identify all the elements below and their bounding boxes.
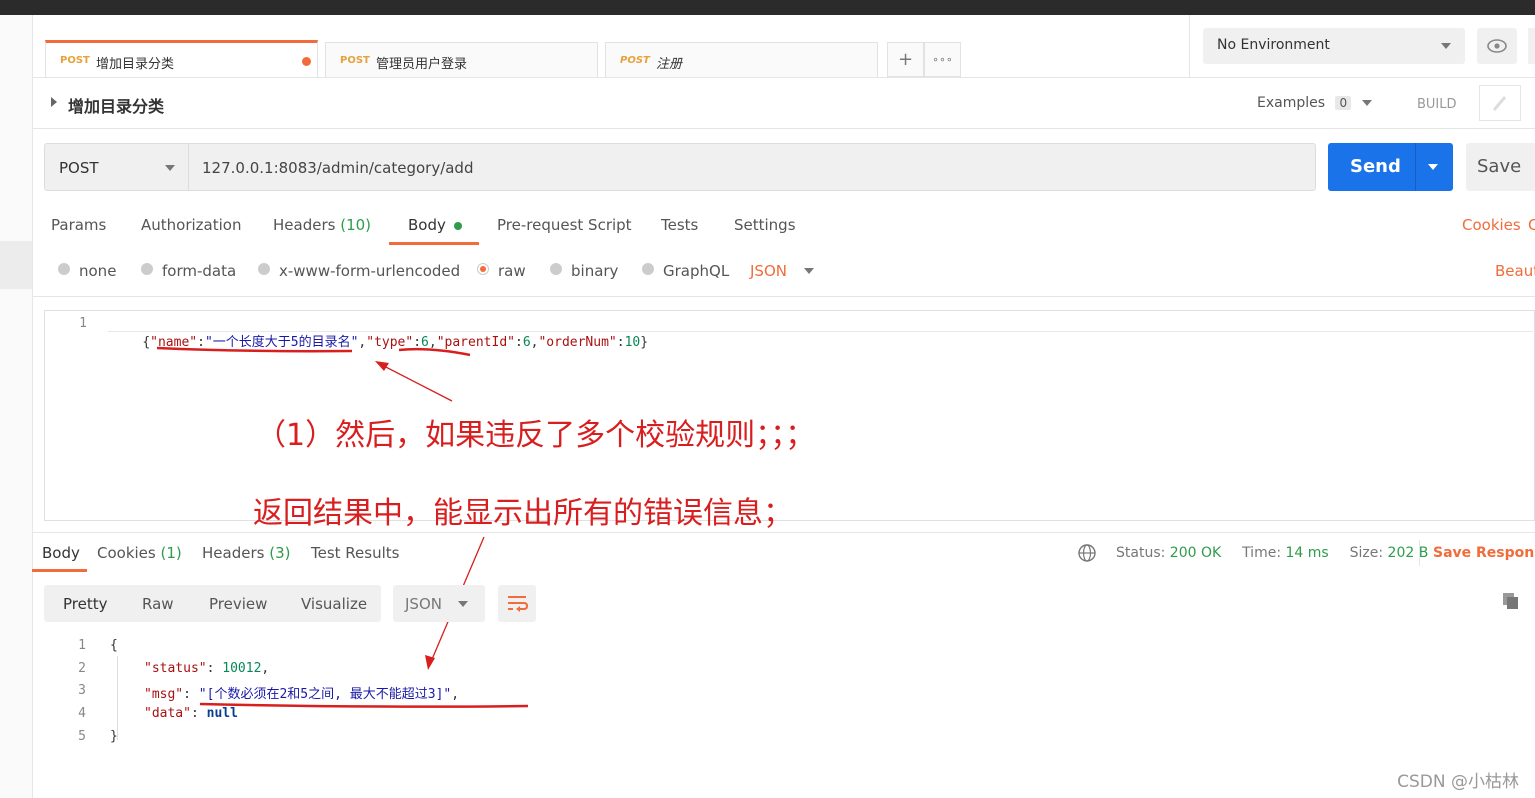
line-number: 5: [78, 729, 86, 744]
view-preview[interactable]: Preview: [209, 595, 267, 613]
line-number: 4: [78, 706, 86, 721]
json-number: 10012: [222, 661, 262, 676]
response-line-msg: "msg": "[个数必须在2和5之间, 最大不能超过3]",: [144, 683, 459, 702]
response-cookies-label: Cookies: [97, 544, 156, 562]
line-number: 1: [78, 638, 86, 653]
wrap-lines-button[interactable]: [498, 585, 536, 622]
status-value[interactable]: 200 OK: [1170, 545, 1221, 561]
json-brace: {: [110, 638, 118, 653]
response-view-toggle: Pretty Raw Preview Visualize: [44, 585, 381, 622]
json-key: "data": [144, 706, 191, 721]
view-pretty[interactable]: Pretty: [63, 595, 108, 613]
response-cookies-count: (1): [160, 544, 182, 562]
response-headers-label: Headers: [202, 544, 265, 562]
response-line-data: "data": null: [144, 706, 238, 721]
arrow-up-head: [375, 361, 389, 371]
json-punct: :: [190, 706, 207, 721]
line-number: 3: [78, 683, 86, 698]
annotation-text-1: （1）然后，如果违反了多个校验规则；；；: [256, 418, 816, 453]
json-string: "[个数必须在2和5之间, 最大不能超过3]": [198, 687, 452, 702]
response-format-label: JSON: [405, 595, 442, 613]
json-key: "msg": [144, 687, 184, 702]
response-body-viewer[interactable]: 1 2 3 4 5 { "status": 10012, "msg": "[个数…: [44, 632, 1524, 762]
size-value[interactable]: 202 B: [1388, 545, 1429, 561]
json-punct: :: [206, 661, 223, 676]
save-response-button[interactable]: Save Response: [1433, 545, 1535, 561]
arrow-up-line: [379, 363, 453, 402]
annotation-text-2: 返回结果中，能显示出所有的错误信息；: [253, 496, 793, 531]
response-line-status: "status": 10012,: [144, 661, 269, 676]
underline-name: [156, 346, 353, 353]
response-divider: [32, 532, 1535, 533]
time-value[interactable]: 14 ms: [1286, 545, 1329, 561]
wrap-icon: [508, 596, 529, 612]
response-tab-headers[interactable]: Headers (3): [202, 544, 290, 562]
json-key: "status": [144, 661, 207, 676]
view-raw[interactable]: Raw: [142, 595, 174, 613]
response-headers-count: (3): [269, 544, 291, 562]
response-tab-body[interactable]: Body: [42, 544, 80, 562]
size-label: Size:: [1349, 545, 1384, 561]
response-format-select[interactable]: JSON: [393, 585, 485, 622]
json-punct: ,: [261, 661, 270, 676]
response-tab-test-results[interactable]: Test Results: [311, 544, 399, 562]
meta-divider: [1419, 540, 1420, 566]
line-number: 2: [78, 661, 86, 676]
view-visualize[interactable]: Visualize: [301, 595, 367, 613]
copy-icon[interactable]: [1501, 591, 1521, 611]
json-punct: ,: [451, 687, 460, 702]
response-tab-cookies[interactable]: Cookies (1): [97, 544, 182, 562]
watermark: CSDN @小枯林: [1397, 772, 1519, 792]
json-null: null: [206, 706, 238, 721]
response-meta: Status: 200 OK Time: 14 ms Size: 202 B: [1116, 545, 1428, 561]
json-punct: :: [183, 687, 199, 702]
time-label: Time:: [1242, 545, 1282, 561]
chevron-down-icon: [458, 601, 468, 607]
response-body-underline: [32, 569, 87, 572]
underline-type: [398, 347, 471, 357]
status-label: Status:: [1116, 545, 1166, 561]
globe-icon[interactable]: [1077, 543, 1097, 563]
bracket-guide: [117, 656, 118, 740]
